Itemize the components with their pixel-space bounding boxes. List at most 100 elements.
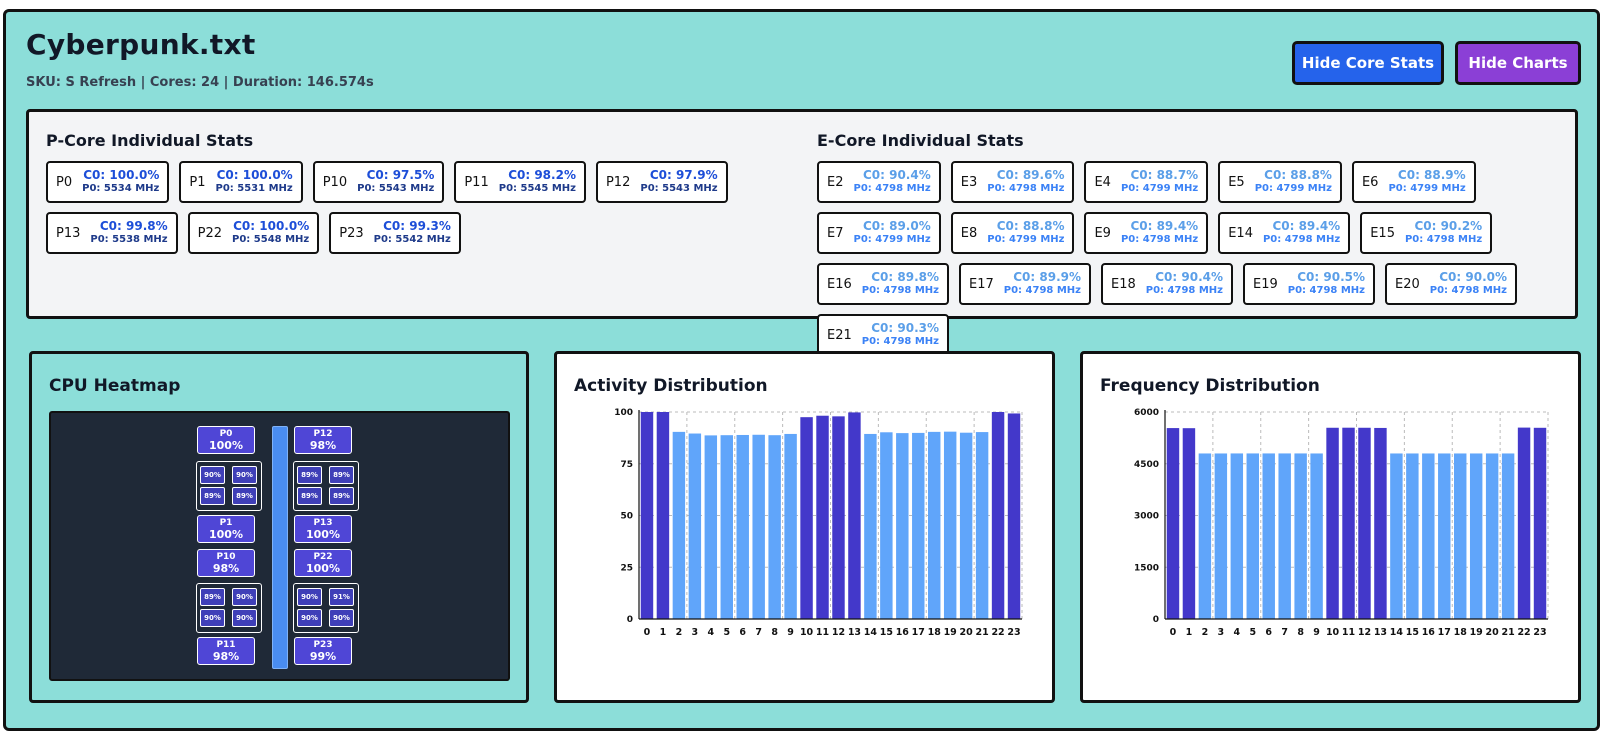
core-c0-residency: C0: 100.0% xyxy=(233,219,310,234)
bar-core-12 xyxy=(832,416,845,619)
heatmap-core-name: P11 xyxy=(216,640,236,650)
x-tick-label: 14 xyxy=(1390,627,1404,638)
core-values: C0: 100.0% P0: 5531 MHz xyxy=(215,169,292,195)
ring-bus-bar xyxy=(272,426,288,669)
bar-core-8 xyxy=(1294,453,1307,619)
heatmap-ecore-cluster-left-4: 89% 90% 90% 90% xyxy=(196,583,262,633)
heatmap-core-value: 98% xyxy=(212,562,240,575)
heatmap-core-value: 100% xyxy=(209,528,243,541)
core-name: P22 xyxy=(197,225,223,241)
core-p0-frequency: P0: 4798 MHz xyxy=(1404,234,1483,246)
bar-core-17 xyxy=(912,432,925,619)
core-name: E21 xyxy=(827,327,852,343)
y-tick-label: 3000 xyxy=(1134,512,1159,522)
x-tick-label: 5 xyxy=(1249,627,1256,638)
heatmap-core-name: P13 xyxy=(313,518,333,528)
heatmap-ecore-cell: 90% xyxy=(232,609,257,627)
core-p0-frequency: P0: 4799 MHz xyxy=(1388,183,1466,195)
heatmap-ecore-cell: 89% xyxy=(232,487,257,505)
core-values: C0: 89.6% P0: 4798 MHz xyxy=(987,169,1064,195)
bar-core-13 xyxy=(848,412,861,619)
core-name: P10 xyxy=(322,174,348,190)
core-p0-frequency: P0: 4798 MHz xyxy=(1429,285,1507,297)
bar-core-11 xyxy=(816,415,829,619)
y-tick-label: 50 xyxy=(620,512,633,522)
core-values: C0: 100.0% P0: 5534 MHz xyxy=(82,169,160,195)
frequency-distribution-chart: 015003000450060000 1 2 3 4 5 6 7 8 9 10 11 12 13 14 15 1… xyxy=(1134,408,1549,638)
x-tick-label: 3 xyxy=(692,627,699,638)
heatmap-core-value: 100% xyxy=(209,439,243,452)
pcore-chip-p0: P0 C0: 100.0% P0: 5534 MHz xyxy=(46,161,170,203)
bar-core-15 xyxy=(880,432,893,619)
hide-core-stats-button[interactable]: Hide Core Stats xyxy=(1292,41,1444,85)
core-values: C0: 90.3% P0: 4798 MHz xyxy=(862,322,939,348)
core-p0-frequency: P0: 4799 MHz xyxy=(1120,183,1199,195)
core-c0-residency: C0: 90.5% xyxy=(1297,270,1365,285)
heatmap-pcore-p23: P23 99% xyxy=(294,637,352,665)
heatmap-ecore-cell: 90% xyxy=(297,609,322,627)
core-c0-residency: C0: 88.9% xyxy=(1397,168,1466,183)
ecore-stats-title: E-Core Individual Stats xyxy=(817,131,1024,150)
heatmap-core-name: P1 xyxy=(219,518,233,528)
pcore-chip-p1: P1 C0: 100.0% P0: 5531 MHz xyxy=(179,161,303,203)
ecore-chip-e14: E14 C0: 89.4% P0: 4798 MHz xyxy=(1218,212,1351,254)
heatmap-ecore-cell: 89% xyxy=(329,466,354,484)
bar-core-0 xyxy=(1166,428,1180,619)
core-name: E19 xyxy=(1253,276,1278,292)
core-values: C0: 97.5% P0: 5543 MHz xyxy=(357,168,435,195)
core-c0-residency: C0: 98.2% xyxy=(508,168,576,183)
core-p0-frequency: P0: 5534 MHz xyxy=(82,183,160,195)
bar-core-19 xyxy=(943,431,957,619)
x-tick-label: 23 xyxy=(1533,627,1546,638)
bar-core-21 xyxy=(975,432,989,619)
bar-core-7 xyxy=(752,434,765,619)
heatmap-pcore-p10: P10 98% xyxy=(197,549,255,577)
heatmap-ecore-cell: 90% xyxy=(329,609,354,627)
core-c0-residency: C0: 89.9% xyxy=(1013,270,1081,285)
bar-core-1 xyxy=(656,412,670,619)
y-tick-label: 25 xyxy=(620,563,633,573)
core-values: C0: 90.5% P0: 4798 MHz xyxy=(1288,270,1365,297)
core-c0-residency: C0: 90.4% xyxy=(1155,270,1223,285)
x-tick-label: 22 xyxy=(991,627,1004,638)
core-name: P13 xyxy=(56,225,81,241)
x-tick-label: 15 xyxy=(880,627,893,638)
heatmap-ecore-cluster-left-1: 90% 90% 89% 89% xyxy=(196,461,262,511)
cpu-heatmap: P0 100% 90% 90% 89% 89% P1 100% P10 98% 89% 90% 90% 9… xyxy=(49,411,510,681)
x-tick-label: 16 xyxy=(896,627,910,638)
core-values: C0: 100.0% P0: 5548 MHz xyxy=(232,219,310,246)
core-name: P0 xyxy=(56,174,73,190)
x-tick-label: 19 xyxy=(1470,627,1483,638)
core-values: C0: 99.8% P0: 5538 MHz xyxy=(90,220,168,246)
x-tick-label: 4 xyxy=(1234,627,1241,638)
bar-core-16 xyxy=(1422,453,1435,619)
hide-charts-button[interactable]: Hide Charts xyxy=(1455,41,1581,85)
core-c0-residency: C0: 97.5% xyxy=(366,168,435,183)
heatmap-core-name: P0 xyxy=(219,429,233,439)
core-p0-frequency: P0: 5543 MHz xyxy=(357,183,435,195)
ecore-chip-e4: E4 C0: 88.7% P0: 4799 MHz xyxy=(1084,161,1209,203)
heatmap-core-value: 100% xyxy=(306,562,340,575)
x-tick-label: 3 xyxy=(1218,627,1225,638)
core-p0-frequency: P0: 5538 MHz xyxy=(90,234,168,246)
core-c0-residency: C0: 90.0% xyxy=(1439,270,1507,285)
core-c0-residency: C0: 89.8% xyxy=(871,270,939,285)
bar-core-14 xyxy=(1390,453,1403,619)
core-c0-residency: C0: 99.3% xyxy=(383,219,451,234)
heatmap-core-value: 98% xyxy=(309,439,337,452)
core-values: C0: 98.2% P0: 5545 MHz xyxy=(499,168,576,195)
core-name: E2 xyxy=(827,174,844,190)
cpu-heatmap-card: CPU Heatmap P0 100% 90% 90% 89% 89% P1 100% P10 9… xyxy=(29,351,529,703)
frequency-distribution-card: Frequency Distribution 0 1500 3000 4500 6000… xyxy=(1080,351,1581,703)
x-tick-label: 1 xyxy=(660,627,667,638)
x-tick-label: 17 xyxy=(912,627,925,638)
heatmap-core-value: 98% xyxy=(212,650,240,663)
heatmap-core-name: P12 xyxy=(313,429,333,439)
x-tick-label: 6 xyxy=(739,627,746,638)
x-tick-label: 9 xyxy=(1313,627,1320,638)
bar-core-11 xyxy=(1342,427,1355,619)
x-tick-label: 15 xyxy=(1406,627,1419,638)
core-p0-frequency: P0: 4798 MHz xyxy=(861,285,939,297)
heatmap-ecore-cell: 90% xyxy=(200,609,225,627)
core-values: C0: 89.9% P0: 4798 MHz xyxy=(1004,270,1081,297)
